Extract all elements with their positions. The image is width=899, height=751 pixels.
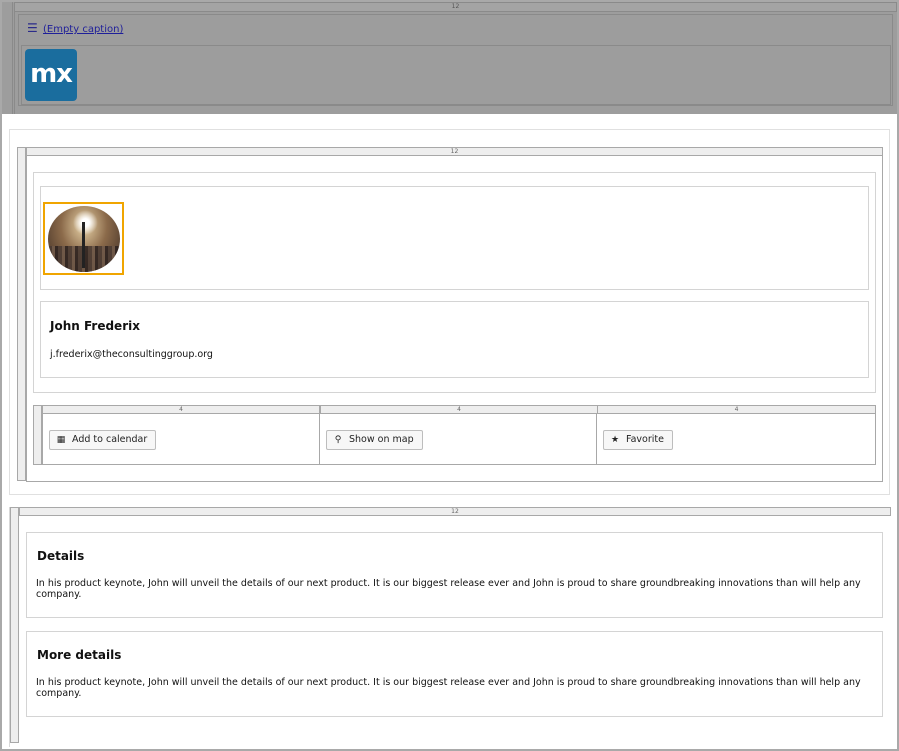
header-container: ☰ (Empty caption) mx xyxy=(18,14,893,106)
name-container xyxy=(40,301,869,378)
header-column-ruler-left xyxy=(12,2,15,114)
actions-column-ruler-1: 4 xyxy=(42,405,320,414)
details-column-ruler: 12 xyxy=(19,507,891,516)
add-to-calendar-label: Add to calendar xyxy=(72,434,148,445)
person-email: j.frederix@theconsultinggroup.org xyxy=(50,349,213,360)
actions-column-ruler-2: 4 xyxy=(320,405,598,414)
details-text: In his product keynote, John will unveil… xyxy=(36,578,861,600)
actions-column-ruler-left xyxy=(33,405,42,465)
details-column-ruler-left xyxy=(10,507,19,743)
details-title: Details xyxy=(37,549,85,563)
avatar-frame[interactable] xyxy=(43,202,124,275)
more-details-card: More details In his product keynote, Joh… xyxy=(26,631,883,717)
actions-column-ruler-3: 4 xyxy=(597,405,876,414)
actions-row xyxy=(42,414,876,465)
person-name: John Frederix xyxy=(50,319,140,333)
show-on-map-button[interactable]: ⚲ Show on map xyxy=(326,430,423,450)
logo-container: mx xyxy=(21,45,891,105)
hamburger-menu-icon[interactable]: ☰ xyxy=(27,21,38,35)
empty-caption-link[interactable]: (Empty caption) xyxy=(43,24,123,35)
more-details-text: In his product keynote, John will unveil… xyxy=(36,677,861,699)
details-section: 12 Details In his product keynote, John … xyxy=(9,507,891,747)
avatar-container xyxy=(40,186,869,290)
mendix-logo: mx xyxy=(25,49,77,101)
show-on-map-label: Show on map xyxy=(349,434,414,445)
calendar-icon: ▦ xyxy=(56,435,66,445)
favorite-label: Favorite xyxy=(626,434,664,445)
star-icon: ★ xyxy=(610,435,620,445)
profile-column-ruler: 12 xyxy=(26,147,883,156)
header-column-ruler: 12 xyxy=(14,2,897,12)
profile-column-ruler-left xyxy=(17,147,26,481)
profile-card: 12 John Frederix j.frederix@theconsultin… xyxy=(9,129,890,495)
avatar xyxy=(48,206,120,272)
actions-column-divider-1 xyxy=(319,414,320,465)
more-details-title: More details xyxy=(37,648,122,662)
avatar-microphone xyxy=(82,222,85,268)
favorite-button[interactable]: ★ Favorite xyxy=(603,430,673,450)
details-card: Details In his product keynote, John wil… xyxy=(26,532,883,618)
header-area: 12 ☰ (Empty caption) mx xyxy=(2,2,897,114)
add-to-calendar-button[interactable]: ▦ Add to calendar xyxy=(49,430,157,450)
actions-column-divider-2 xyxy=(596,414,597,465)
map-marker-icon: ⚲ xyxy=(334,435,342,445)
